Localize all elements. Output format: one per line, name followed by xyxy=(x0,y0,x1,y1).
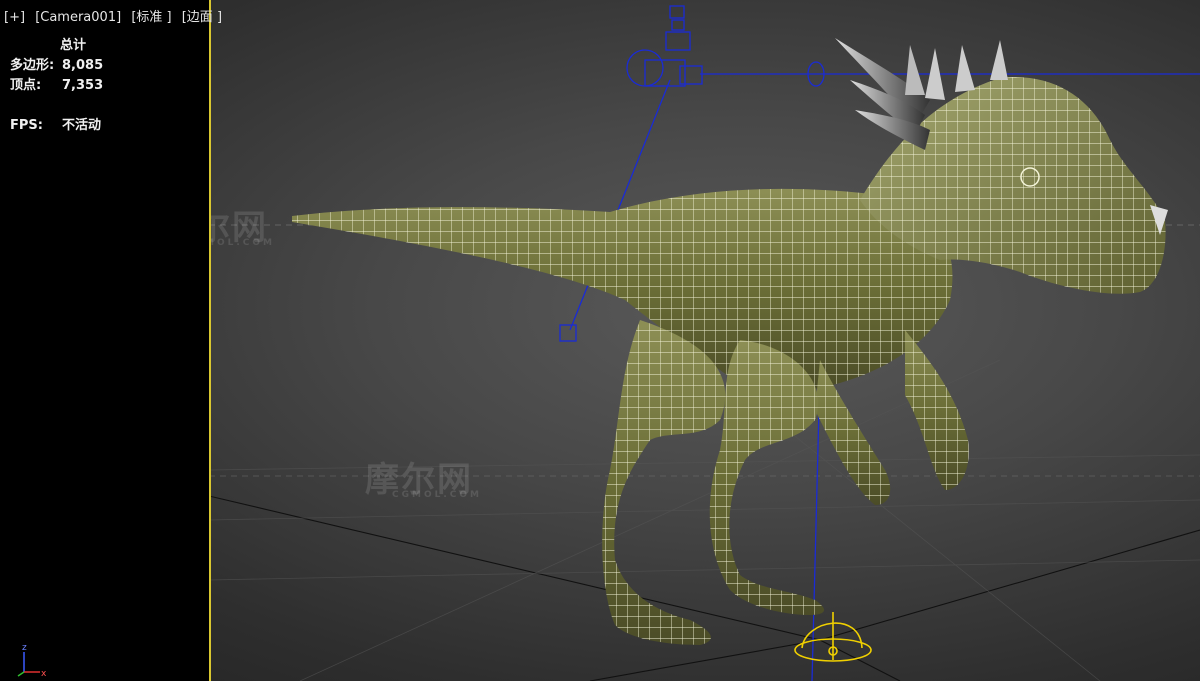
dinosaur-mesh xyxy=(292,38,1168,645)
polygons-label: 多边形: xyxy=(10,58,55,73)
home-grid xyxy=(208,495,1200,681)
stats-fps-row: FPS: 不活动 xyxy=(10,116,103,136)
fps-value: 不活动 xyxy=(62,118,102,133)
axis-tripod-icon: z x xyxy=(17,643,47,678)
viewport-plus-menu[interactable]: [+] xyxy=(4,10,25,25)
axis-z-label: z xyxy=(22,643,27,653)
dummy-helper xyxy=(794,612,872,662)
axis-x-label: x xyxy=(41,669,47,678)
viewport-display-menu[interactable]: [边面 ] xyxy=(182,10,222,25)
statistics-overlay: 总计 多边形: 8,085 顶点: 7,353 FPS: 不活动 xyxy=(10,36,103,136)
stats-vertices-row: 顶点: 7,353 xyxy=(10,76,103,96)
polygons-value: 8,085 xyxy=(62,58,104,73)
viewport-camera-menu[interactable]: [Camera001] xyxy=(35,10,121,25)
stats-title: 总计 xyxy=(60,38,87,53)
fps-label: FPS: xyxy=(10,118,43,133)
viewport-camera001[interactable]: 摩尔网 CGMOL.COM 摩尔网 CGMOL.COM CGMOL [+] [C… xyxy=(0,0,1200,681)
viewport-label-menu[interactable]: [+] [Camera001] [标准 ] [边面 ] xyxy=(4,6,228,25)
viewport-shading-menu[interactable]: [标准 ] xyxy=(131,10,171,25)
vertices-label: 顶点: xyxy=(10,78,42,93)
stats-polygons-row: 多边形: 8,085 xyxy=(10,56,103,76)
vertices-value: 7,353 xyxy=(62,78,104,93)
